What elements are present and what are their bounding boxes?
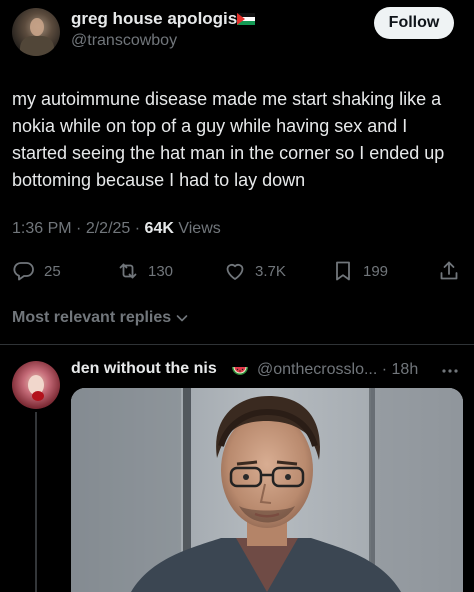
- views-label: Views: [178, 220, 221, 237]
- retweet-count: 130: [148, 262, 174, 280]
- photo-illustration: [71, 388, 463, 592]
- author-avatar[interactable]: [12, 8, 60, 56]
- section-divider: [0, 344, 474, 345]
- replies-sort-dropdown[interactable]: Most relevant replies: [12, 309, 190, 327]
- engagement-bar: 25 130 3.7K 199: [0, 255, 474, 287]
- more-icon[interactable]: [440, 363, 460, 379]
- retweet-icon: [119, 263, 137, 279]
- like-button[interactable]: 3.7K: [223, 255, 286, 287]
- heart-icon: [226, 263, 244, 280]
- share-icon: [440, 261, 458, 280]
- like-count: 3.7K: [255, 262, 286, 280]
- author-display-name[interactable]: greg house apologist: [71, 9, 243, 29]
- watermelon-icon: [232, 367, 248, 375]
- reply-count: 25: [44, 262, 61, 280]
- retweet-button[interactable]: 130: [116, 255, 173, 287]
- reply-handle-time[interactable]: @onthecrosslo... · 18h: [257, 361, 418, 379]
- avatar-shirt: [20, 36, 54, 56]
- reply-attached-photo[interactable]: [71, 388, 463, 592]
- chevron-down-icon: [176, 315, 188, 322]
- meta-separator: ·: [134, 220, 141, 237]
- tweet-time[interactable]: 1:36 PM: [12, 220, 72, 237]
- author-handle[interactable]: @transcowboy: [71, 32, 177, 50]
- tweet-date[interactable]: 2/2/25: [86, 220, 130, 237]
- bookmark-button[interactable]: 199: [331, 255, 388, 287]
- flag-icon: [237, 13, 255, 25]
- replies-sort-label: Most relevant replies: [12, 309, 172, 326]
- follow-button[interactable]: Follow: [374, 7, 454, 39]
- bookmark-count: 199: [363, 262, 389, 280]
- avatar-face: [30, 18, 44, 36]
- reply-author-avatar[interactable]: [12, 361, 60, 409]
- meta-separator: ·: [76, 220, 82, 237]
- views-count: 64K: [144, 220, 174, 237]
- tweet-text: my autoimmune disease made me start shak…: [12, 89, 445, 190]
- reply-author-name[interactable]: den without the nis: [71, 360, 217, 378]
- bookmark-icon: [336, 261, 350, 281]
- thread-line: [35, 412, 37, 592]
- share-button[interactable]: [437, 255, 461, 287]
- tweet-meta: 1:36 PM · 2/2/25 · 64K Views: [12, 220, 221, 238]
- avatar-detail: [32, 391, 44, 401]
- tweet-header: greg house apologist @transcowboy Follow: [0, 0, 474, 64]
- reply-button[interactable]: 25: [12, 255, 61, 287]
- reply-icon: [13, 262, 34, 281]
